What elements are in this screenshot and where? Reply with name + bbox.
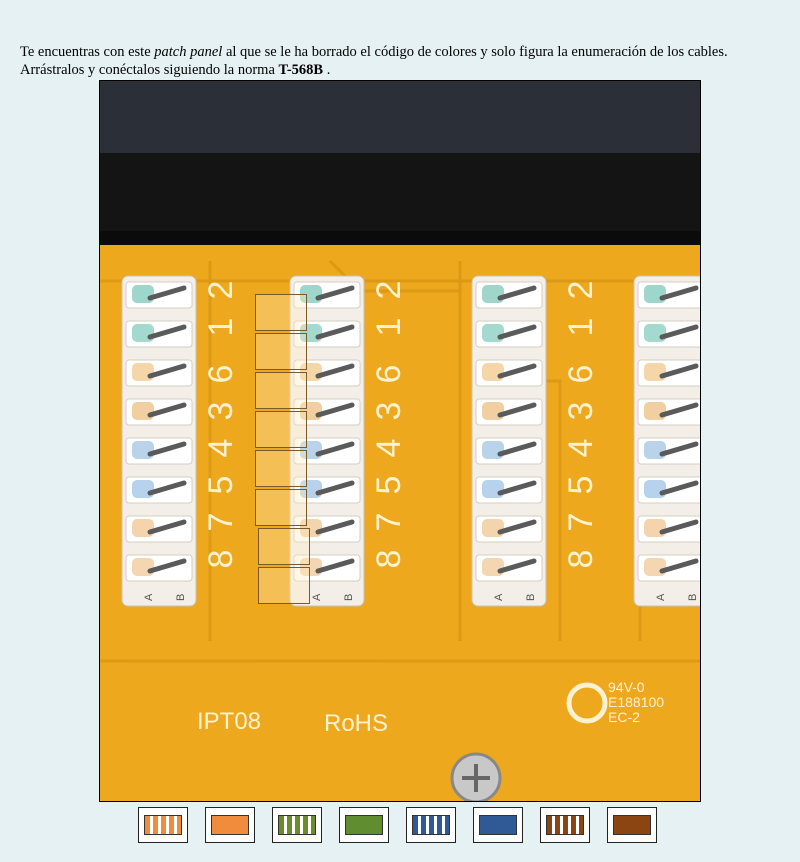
- pin-number: 5: [562, 476, 600, 495]
- drop-slot-8[interactable]: [258, 567, 310, 604]
- ab-label: B: [525, 594, 537, 601]
- patch-panel-drawing: A B87543612A B87543612A B87543612A B IPT08 R…: [100, 81, 700, 801]
- cable-brown[interactable]: [607, 807, 657, 843]
- silkscreen-rohs: RoHS: [324, 710, 388, 737]
- pin-number: 8: [370, 550, 408, 569]
- ab-label: B: [343, 594, 355, 601]
- drop-slot-2[interactable]: [255, 333, 307, 370]
- cable-white-orange[interactable]: [138, 807, 188, 843]
- cable-color-sample: [546, 815, 584, 835]
- cable-color-sample: [479, 815, 517, 835]
- drop-slot-5[interactable]: [255, 450, 307, 487]
- ab-label: B: [175, 594, 187, 601]
- ab-label: A: [493, 593, 505, 601]
- patch-panel-photo: AB87543612AB87543612AB87543612AB IPT08 R…: [99, 80, 701, 802]
- punchdown-block: AB: [633, 275, 700, 607]
- instructions-part1: Te encuentras con este: [20, 43, 155, 60]
- cable-color-sample: [345, 815, 383, 835]
- cert-line-3: EC-2: [608, 709, 640, 725]
- connector-housing-top: [100, 81, 700, 153]
- pin-number: 1: [370, 318, 408, 337]
- instructions-part5: .: [323, 61, 331, 78]
- pin-number: 3: [370, 402, 408, 421]
- punchdown-block: A B 8 7 5 4 3 6 1 2: [121, 275, 240, 607]
- pin-number: 4: [370, 439, 408, 458]
- connector-shadow: [100, 231, 700, 245]
- pin-number: 2: [562, 281, 600, 300]
- cable-color-sample: [211, 815, 249, 835]
- pin-number: 3: [202, 402, 240, 421]
- pin-number: 5: [370, 476, 408, 495]
- cable-color-sample: [412, 815, 450, 835]
- pin-number: 4: [202, 439, 240, 458]
- cable-green[interactable]: [339, 807, 389, 843]
- cert-line-2: E188100: [608, 694, 664, 710]
- cable-color-sample: [278, 815, 316, 835]
- pin-number: 6: [562, 365, 600, 384]
- silkscreen-ipt08: IPT08: [197, 708, 261, 735]
- ab-label: A: [311, 593, 323, 601]
- pin-number: 7: [370, 513, 408, 532]
- pin-number: 7: [202, 513, 240, 532]
- pin-number: 1: [562, 318, 600, 337]
- drop-slot-3[interactable]: [255, 372, 307, 409]
- ab-label: A: [655, 593, 667, 601]
- cable-orange[interactable]: [205, 807, 255, 843]
- standard-name: T-568B: [278, 61, 324, 78]
- pin-number: 2: [202, 281, 240, 300]
- pin-number: 5: [202, 476, 240, 495]
- ab-label: B: [687, 594, 699, 601]
- cable-color-sample: [613, 815, 651, 835]
- drop-slot-6[interactable]: [255, 489, 307, 526]
- drop-slot-1[interactable]: [255, 294, 307, 331]
- pin-number: 1: [202, 318, 240, 337]
- pin-number: 2: [370, 281, 408, 300]
- cable-blue[interactable]: [473, 807, 523, 843]
- cable-color-sample: [144, 815, 182, 835]
- pin-number: 8: [202, 550, 240, 569]
- drop-slot-4[interactable]: [255, 411, 307, 448]
- cable-white-brown[interactable]: [540, 807, 590, 843]
- pin-number: 3: [562, 402, 600, 421]
- pin-number: 6: [370, 365, 408, 384]
- instructions-text: Te encuentras con este patch panel al qu…: [20, 43, 765, 79]
- punchdown-block: A B 8 7 5 4 3 6 1 2: [471, 275, 600, 607]
- ab-label: A: [143, 593, 155, 601]
- pin-number: 4: [562, 439, 600, 458]
- pin-number: 8: [562, 550, 600, 569]
- cable-white-green[interactable]: [272, 807, 322, 843]
- instructions-italic: patch panel: [154, 43, 223, 60]
- drop-slot-7[interactable]: [258, 528, 310, 565]
- cable-white-blue[interactable]: [406, 807, 456, 843]
- cable-tray: [138, 807, 662, 845]
- pin-number: 7: [562, 513, 600, 532]
- pin-number: 6: [202, 365, 240, 384]
- cert-line-1: 94V-0: [608, 679, 645, 695]
